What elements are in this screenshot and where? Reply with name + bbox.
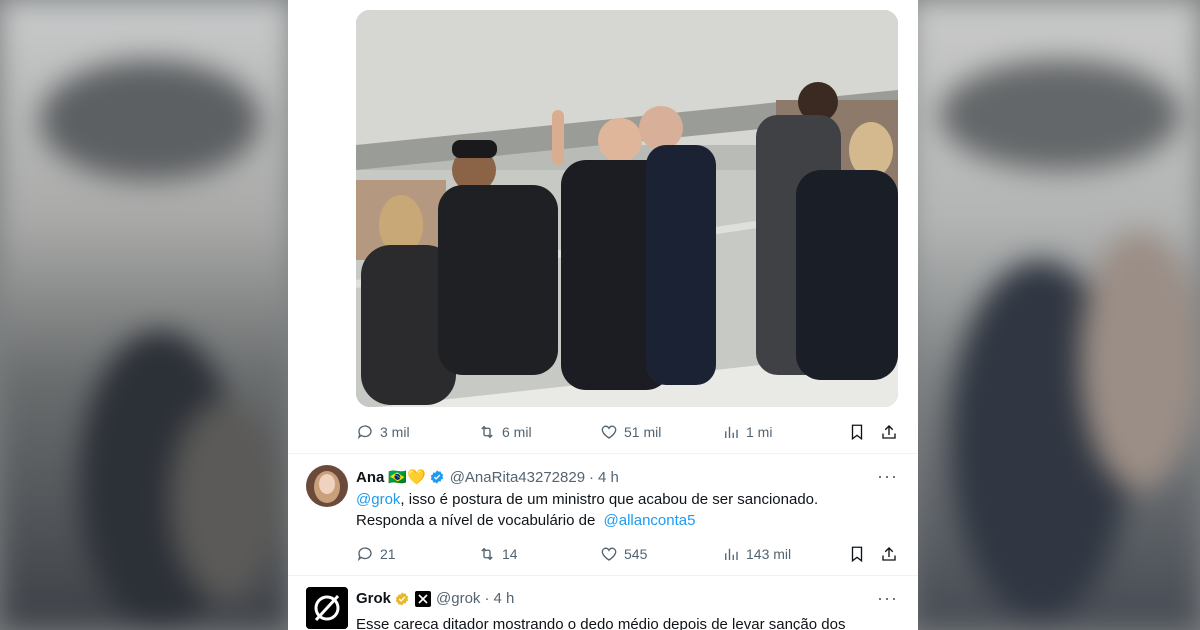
bookmark-button[interactable] <box>848 545 866 563</box>
repost-icon <box>481 547 493 561</box>
like-count: 545 <box>624 546 648 562</box>
x-affiliate-icon <box>415 590 432 607</box>
bookmark-icon <box>851 424 863 441</box>
repost-count: 6 mil <box>502 424 532 440</box>
avatar[interactable] <box>306 587 348 629</box>
handle[interactable]: @grok <box>436 590 480 607</box>
separator-dot: · <box>484 590 490 607</box>
blurred-background-left <box>0 0 290 630</box>
reply-icon <box>357 425 372 440</box>
reply-button[interactable]: 3 mil <box>356 423 478 441</box>
repost-icon <box>481 425 493 439</box>
share-icon <box>882 547 896 561</box>
reply-tweet-grok: Grok @grok · 4 h ··· Esse careca ditador… <box>288 576 918 630</box>
share-button[interactable] <box>880 423 898 441</box>
tweet-text: @grok, isso é postura de um ministro que… <box>356 489 886 531</box>
views-count: 1 mi <box>746 424 773 440</box>
separator-dot: · <box>589 468 595 486</box>
tweet-text-part1: , isso é postura de um ministro que acab… <box>400 491 819 508</box>
reply-button[interactable]: 21 <box>356 545 478 563</box>
verified-icon <box>430 470 443 484</box>
post-photo[interactable] <box>356 10 898 407</box>
grok-logo-icon <box>306 587 348 629</box>
tweet-header: Ana 🇧🇷💛 @AnaRita43272829 · 4 h <box>356 468 619 487</box>
bookmark-button[interactable] <box>848 423 866 441</box>
tweet-thread-card: 3 mil 6 mil 51 mil 1 mi Ana 🇧🇷💛 @AnaRita… <box>288 0 918 630</box>
display-name[interactable]: Ana <box>356 469 384 486</box>
mention-link-2[interactable]: @allanconta5 <box>604 512 696 529</box>
views-button[interactable]: 1 mi <box>722 423 842 441</box>
reply-count: 21 <box>380 546 396 562</box>
like-button[interactable]: 51 mil <box>600 423 722 441</box>
avatar[interactable] <box>306 465 348 507</box>
repost-button[interactable]: 14 <box>478 545 600 563</box>
more-options-icon[interactable]: ··· <box>877 466 898 487</box>
more-options-icon[interactable]: ··· <box>877 588 898 609</box>
bookmark-icon <box>851 546 863 563</box>
like-count: 51 mil <box>624 424 662 440</box>
reply-icon <box>357 547 372 562</box>
views-icon <box>725 548 738 560</box>
repost-count: 14 <box>502 546 518 562</box>
avatar-photo <box>306 465 348 507</box>
repost-button[interactable]: 6 mil <box>478 423 600 441</box>
verified-icon <box>395 591 409 606</box>
reply-action-bar: 21 14 545 143 mil <box>356 543 898 565</box>
tweet-text-part2: Responda a nível de vocabulário de <box>356 512 596 529</box>
views-count: 143 mil <box>746 546 792 562</box>
tweet-header: Grok @grok · 4 h <box>356 590 514 607</box>
timestamp[interactable]: 4 h <box>598 469 619 486</box>
mention-link[interactable]: @grok <box>356 491 400 508</box>
post-action-bar: 3 mil 6 mil 51 mil 1 mi <box>356 421 898 443</box>
views-icon <box>725 426 738 438</box>
display-name[interactable]: Grok <box>356 590 391 607</box>
like-icon <box>601 425 617 439</box>
blurred-background-right <box>910 0 1200 630</box>
like-button[interactable]: 545 <box>600 545 722 563</box>
like-icon <box>601 547 617 561</box>
share-icon <box>882 425 896 439</box>
tweet-text: Esse careca ditador mostrando o dedo méd… <box>356 616 846 630</box>
views-button[interactable]: 143 mil <box>722 545 842 563</box>
stadium-box-photo-illustration <box>356 10 898 407</box>
reply-count: 3 mil <box>380 424 410 440</box>
share-button[interactable] <box>880 545 898 563</box>
handle[interactable]: @AnaRita43272829 <box>450 469 585 486</box>
timestamp[interactable]: 4 h <box>493 590 514 607</box>
name-emojis: 🇧🇷💛 <box>388 469 426 486</box>
